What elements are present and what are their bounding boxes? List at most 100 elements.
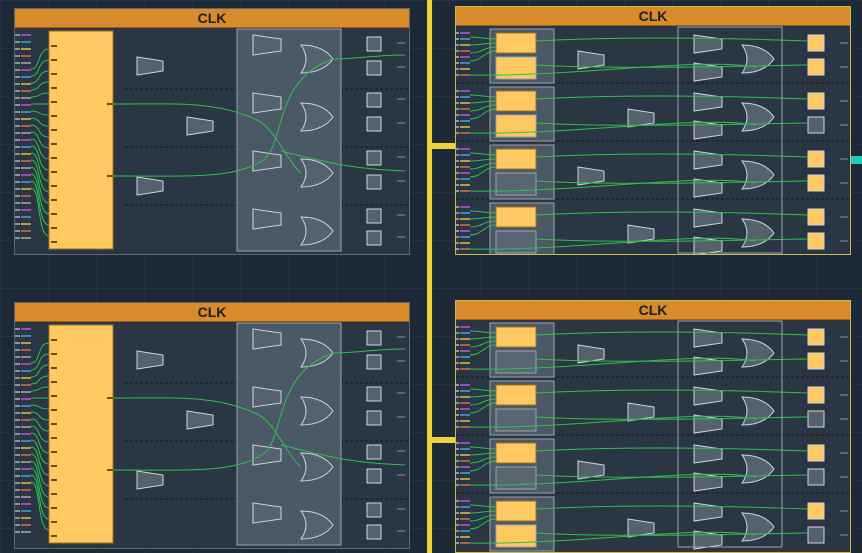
block-pin bbox=[51, 479, 57, 481]
dff-cell bbox=[495, 326, 537, 348]
pin-dot bbox=[456, 172, 459, 174]
mux-block bbox=[136, 176, 164, 196]
pin-dot bbox=[15, 195, 20, 197]
signal-wire bbox=[30, 481, 50, 531]
or-gate bbox=[741, 338, 775, 368]
signal-wire bbox=[30, 187, 50, 237]
signal-wire bbox=[535, 331, 809, 336]
pin-dot bbox=[456, 420, 459, 422]
pin-dot bbox=[456, 344, 459, 346]
pin-dot bbox=[15, 104, 20, 106]
pin-dot bbox=[15, 153, 20, 155]
mux-block bbox=[136, 56, 164, 76]
pin-dot bbox=[15, 55, 20, 57]
circuit-panel-top-left[interactable]: CLK bbox=[14, 8, 410, 255]
pin-dot bbox=[456, 356, 459, 358]
pin-dot bbox=[15, 440, 20, 442]
pin-dot bbox=[15, 405, 20, 407]
pin-dot bbox=[456, 332, 459, 334]
buffer-block bbox=[693, 414, 723, 434]
pin-dot bbox=[456, 506, 459, 508]
dff-cell bbox=[495, 172, 537, 196]
selection-marker bbox=[851, 156, 862, 164]
pin-dot bbox=[456, 484, 459, 486]
pin-dot bbox=[15, 503, 20, 505]
pin-dot bbox=[456, 524, 459, 526]
register-cell bbox=[366, 410, 382, 426]
buffer-block bbox=[252, 386, 282, 408]
register-cell bbox=[366, 116, 382, 132]
pin-dot bbox=[456, 454, 459, 456]
pin-dot bbox=[15, 475, 20, 477]
pin-dot bbox=[15, 510, 20, 512]
pin-dot bbox=[456, 62, 459, 64]
buffer-block bbox=[693, 472, 723, 492]
pin-dot bbox=[456, 448, 459, 450]
circuit-panel-bottom-right[interactable]: CLK bbox=[455, 300, 851, 553]
pin-dot bbox=[15, 384, 20, 386]
signal-wire bbox=[30, 404, 50, 410]
output-register bbox=[807, 352, 825, 370]
buffer-block bbox=[252, 208, 282, 230]
register-cell bbox=[366, 150, 382, 166]
pin-dot bbox=[456, 166, 459, 168]
pin-dot bbox=[456, 190, 459, 192]
pin-dot bbox=[15, 363, 20, 365]
register-cell bbox=[366, 524, 382, 540]
pin-dot bbox=[15, 461, 20, 463]
circuit-diagram[interactable] bbox=[456, 7, 851, 255]
pin-dot bbox=[456, 542, 459, 544]
dff-cell bbox=[495, 408, 537, 432]
dff-cell bbox=[495, 500, 537, 522]
output-register bbox=[807, 328, 825, 346]
pin-dot bbox=[15, 489, 20, 491]
buffer-block bbox=[693, 120, 723, 140]
signal-wire bbox=[535, 37, 809, 42]
pin-dot bbox=[456, 126, 459, 128]
register-cell bbox=[366, 60, 382, 76]
block-pin bbox=[51, 143, 57, 145]
dff-cell bbox=[495, 524, 537, 548]
pin-dot bbox=[15, 419, 20, 421]
block-pin bbox=[51, 199, 57, 201]
block-pin bbox=[51, 339, 57, 341]
pin-dot bbox=[15, 34, 20, 36]
pin-dot bbox=[15, 223, 20, 225]
circuit-diagram[interactable] bbox=[15, 303, 410, 549]
sdram-block bbox=[48, 30, 114, 250]
pin-dot bbox=[456, 212, 459, 214]
pin-dot bbox=[456, 390, 459, 392]
pin-dot bbox=[456, 536, 459, 538]
pin-dot bbox=[15, 62, 20, 64]
pin-dot bbox=[15, 342, 20, 344]
circuit-diagram[interactable] bbox=[15, 9, 410, 255]
pin-dot bbox=[456, 414, 459, 416]
pin-dot bbox=[456, 68, 459, 70]
pin-dot bbox=[456, 442, 459, 444]
signal-wire bbox=[30, 446, 50, 476]
block-pin bbox=[51, 507, 57, 509]
clock-bus-branch-top bbox=[427, 143, 455, 149]
pin-dot bbox=[456, 120, 459, 122]
register-cell bbox=[366, 444, 382, 460]
dff-cell bbox=[495, 466, 537, 490]
pin-dot bbox=[15, 209, 20, 211]
block-pin bbox=[51, 241, 57, 243]
circuit-panel-bottom-left[interactable]: CLK bbox=[14, 302, 410, 549]
pin-dot bbox=[456, 38, 459, 40]
dff-cell bbox=[495, 56, 537, 80]
output-register bbox=[807, 526, 825, 544]
signal-wire bbox=[535, 211, 809, 216]
mux-block bbox=[136, 470, 164, 490]
pin-dot bbox=[15, 167, 20, 169]
pin-dot bbox=[15, 181, 20, 183]
circuit-panel-top-right[interactable]: CLK bbox=[455, 6, 851, 255]
output-register bbox=[807, 34, 825, 52]
signal-wire bbox=[30, 70, 50, 84]
block-pin bbox=[51, 451, 57, 453]
pin-dot bbox=[456, 224, 459, 226]
block-pin bbox=[51, 87, 57, 89]
signal-wire bbox=[535, 447, 809, 452]
output-register bbox=[807, 468, 825, 486]
circuit-diagram[interactable] bbox=[456, 301, 851, 553]
